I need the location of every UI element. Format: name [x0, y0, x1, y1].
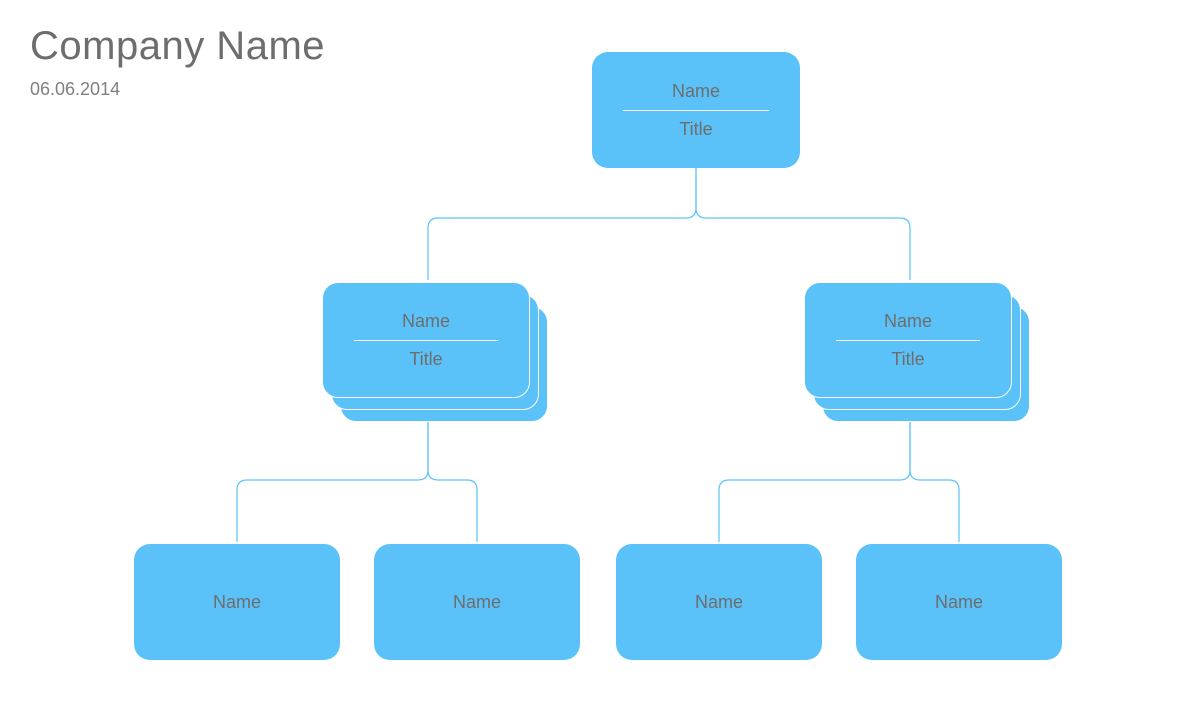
org-leaf-4: Name [856, 544, 1062, 660]
org-root-node: Name Title [592, 52, 800, 168]
leaf-name: Name [453, 592, 501, 613]
org-node-left-stack: Name Title [322, 282, 548, 424]
node-title: Title [409, 341, 442, 376]
org-leaf-2: Name [374, 544, 580, 660]
node-title: Title [891, 341, 924, 376]
node-title: Title [679, 111, 712, 146]
leaf-name: Name [935, 592, 983, 613]
leaf-name: Name [213, 592, 261, 613]
org-node-right: Name Title [804, 282, 1012, 398]
org-node-right-stack: Name Title [804, 282, 1030, 424]
org-leaf-3: Name [616, 544, 822, 660]
org-chart-canvas: Name Title Name Title Name Title Name Na… [0, 0, 1180, 721]
leaf-name: Name [695, 592, 743, 613]
org-leaf-1: Name [134, 544, 340, 660]
node-name: Name [884, 305, 932, 340]
node-name: Name [402, 305, 450, 340]
node-name: Name [672, 75, 720, 110]
org-node-left: Name Title [322, 282, 530, 398]
